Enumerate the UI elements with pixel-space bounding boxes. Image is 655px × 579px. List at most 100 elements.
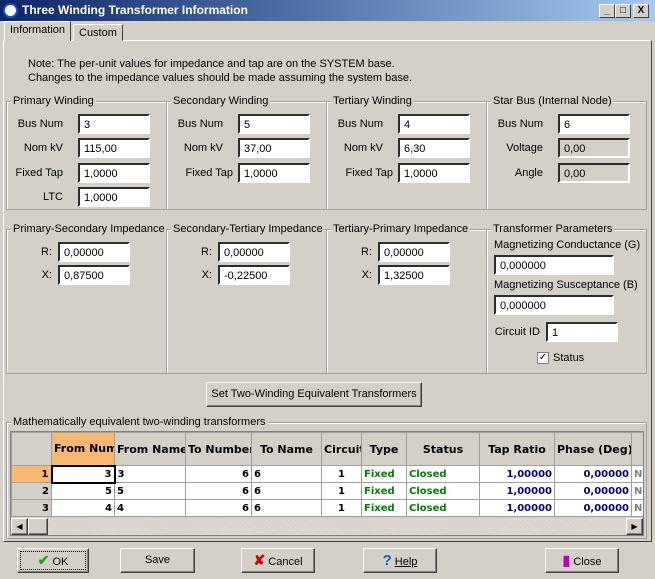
cancel-button[interactable]: ✘ Cancel: [241, 548, 315, 573]
table-row[interactable]: 133661FixedClosed1,000000,00000No: [11, 464, 643, 484]
grid-cell[interactable]: 6: [185, 465, 252, 483]
susceptance-input[interactable]: 0,000000: [494, 295, 614, 315]
label: Nom kV: [343, 142, 383, 154]
column-header[interactable]: Type: [361, 432, 407, 466]
grid-cell[interactable]: Closed: [406, 465, 480, 483]
label: Magnetizing Susceptance (B): [494, 279, 638, 291]
label: Magnetizing Conductance (G): [494, 239, 641, 251]
grid-cell[interactable]: 1,00000: [479, 499, 555, 517]
st-r-input[interactable]: 0,00000: [218, 242, 290, 262]
column-header[interactable]: Phase (Deg): [554, 432, 632, 466]
tertiary-tap-input[interactable]: 1,0000: [398, 163, 470, 183]
group-label: Star Bus (Internal Node): [491, 95, 614, 107]
grid-cell[interactable]: Fixed: [361, 465, 407, 483]
label: Status: [553, 352, 585, 364]
column-header[interactable]: Tap Ratio: [479, 432, 555, 466]
label: Circuit ID: [494, 326, 540, 338]
window-title: Three Winding Transformer Information: [22, 3, 248, 17]
conductance-input[interactable]: 0,000000: [494, 255, 614, 275]
grid-cell[interactable]: 3: [114, 465, 186, 483]
ps-x-input[interactable]: 0,87500: [58, 265, 130, 285]
grid-cell[interactable]: 3: [11, 499, 52, 517]
table-row[interactable]: 344661FixedClosed1,000000,00000No: [11, 499, 643, 517]
grid-cell[interactable]: 6: [251, 499, 322, 517]
table-row[interactable]: 255661FixedClosed1,000000,00000No: [11, 482, 643, 500]
grid-cell[interactable]: 1: [321, 465, 362, 483]
grid-cell[interactable]: 6: [185, 499, 252, 517]
circuit-id-input[interactable]: 1: [546, 322, 618, 342]
secondary-nomkv-input[interactable]: 37,00: [238, 138, 310, 158]
label: Voltage: [506, 142, 543, 154]
grid-cell[interactable]: Closed: [406, 499, 480, 517]
primary-tap-input[interactable]: 1,0000: [78, 163, 150, 183]
grid-cell[interactable]: 1,00000: [479, 465, 555, 483]
save-button[interactable]: Save: [120, 548, 195, 573]
grid-cell[interactable]: 0,00000: [554, 465, 632, 483]
column-header[interactable]: To Name: [251, 432, 322, 466]
label: Bus Num: [17, 118, 63, 130]
star-bus-num-input[interactable]: 6: [558, 114, 630, 134]
grid-cell[interactable]: 5: [51, 482, 115, 500]
scroll-right-button[interactable]: ▶: [626, 518, 643, 535]
grid-cell[interactable]: No: [631, 465, 643, 483]
grid-cell[interactable]: 2: [11, 482, 52, 500]
tab-custom[interactable]: Custom: [73, 24, 123, 41]
grid-cell[interactable]: No: [631, 482, 643, 500]
grid-cell[interactable]: 0,00000: [554, 499, 632, 517]
grid-cell[interactable]: 1: [321, 482, 362, 500]
st-x-input[interactable]: -0,22500: [218, 265, 290, 285]
column-header[interactable]: Status: [406, 432, 480, 466]
tab-information[interactable]: Information: [4, 21, 72, 41]
scroll-thumb[interactable]: [28, 518, 48, 535]
primary-bus-num-input[interactable]: 3: [78, 114, 150, 134]
column-header[interactable]: From Name: [114, 432, 186, 466]
column-header[interactable]: To Number: [185, 432, 252, 466]
minimize-button[interactable]: _: [599, 4, 615, 18]
secondary-bus-num-input[interactable]: 5: [238, 114, 310, 134]
close-window-button[interactable]: X: [633, 4, 649, 18]
label: R:: [361, 246, 372, 258]
column-header[interactable]: From Number: [51, 432, 115, 466]
grid-cell[interactable]: Fixed: [361, 499, 407, 517]
grid-cell[interactable]: 5: [114, 482, 186, 500]
tertiary-bus-num-input[interactable]: 4: [398, 114, 470, 134]
group-label: Primary-Secondary Impedance: [11, 223, 167, 235]
grid-cell[interactable]: 3: [50, 464, 116, 484]
grid-cell[interactable]: 1: [321, 499, 362, 517]
note-line: Changes to the impedance values should b…: [28, 72, 413, 84]
grid-cell[interactable]: No: [631, 499, 643, 517]
primary-ltc-input[interactable]: 1,0000: [78, 187, 150, 207]
maximize-button[interactable]: □: [615, 4, 631, 18]
grid-cell[interactable]: 4: [114, 499, 186, 517]
tertiary-nomkv-input[interactable]: 6,30: [398, 138, 470, 158]
secondary-tap-input[interactable]: 1,0000: [238, 163, 310, 183]
column-header[interactable]: No: [631, 432, 643, 466]
star-angle-field: 0,00: [558, 163, 630, 183]
tp-x-input[interactable]: 1,32500: [378, 265, 450, 285]
grid-cell[interactable]: 6: [251, 465, 322, 483]
horizontal-scrollbar[interactable]: ◀ ▶: [11, 518, 643, 535]
help-button[interactable]: ? Help: [363, 548, 437, 573]
scroll-left-button[interactable]: ◀: [11, 518, 28, 535]
column-header[interactable]: [11, 432, 52, 466]
tp-r-input[interactable]: 0,00000: [378, 242, 450, 262]
label: Angle: [514, 167, 543, 179]
close-button[interactable]: ▮ Close: [545, 548, 619, 573]
label: LTC: [43, 191, 63, 203]
primary-nomkv-input[interactable]: 115,00: [78, 138, 150, 158]
ok-button[interactable]: ✔ OK: [17, 548, 89, 573]
grid-cell[interactable]: 1,00000: [479, 482, 555, 500]
set-two-winding-button[interactable]: Set Two-Winding Equivalent Transformers: [206, 382, 422, 407]
ps-r-input[interactable]: 0,00000: [58, 242, 130, 262]
grid-cell[interactable]: 1: [11, 465, 52, 483]
star-voltage-field: 0,00: [558, 138, 630, 158]
column-header[interactable]: Circuit: [321, 432, 362, 466]
grid-cell[interactable]: Closed: [406, 482, 480, 500]
label: Nom kV: [23, 142, 63, 154]
status-checkbox[interactable]: ✓: [537, 352, 549, 364]
grid-cell[interactable]: 0,00000: [554, 482, 632, 500]
grid-cell[interactable]: Fixed: [361, 482, 407, 500]
grid-cell[interactable]: 6: [251, 482, 322, 500]
grid-cell[interactable]: 4: [51, 499, 115, 517]
grid-cell[interactable]: 6: [185, 482, 252, 500]
